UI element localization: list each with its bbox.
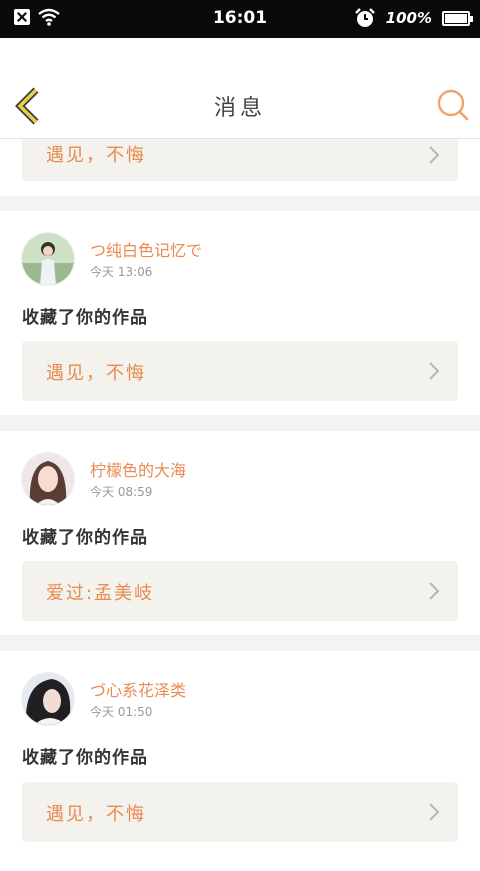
- list-item: 柠檬色的大海 今天 08:59 收藏了你的作品 爱过:孟美岐: [0, 431, 480, 635]
- avatar[interactable]: [22, 673, 74, 725]
- message-time: 今天 13:06: [90, 265, 153, 279]
- chevron-right-icon: [429, 803, 440, 821]
- list-item: つ纯白色记忆で 今天 13:06 收藏了你的作品 遇见，不悔: [0, 211, 480, 415]
- avatar[interactable]: [22, 233, 74, 285]
- battery-percent: 100%: [385, 9, 432, 27]
- user-name[interactable]: づ心系花泽类: [90, 677, 186, 701]
- work-title: 爱过:孟美岐: [46, 583, 155, 604]
- list-item: 遇见，不悔: [0, 129, 480, 196]
- work-link[interactable]: 爱过:孟美岐: [22, 561, 458, 621]
- page-title: 消息: [213, 96, 266, 121]
- user-name[interactable]: つ纯白色记忆で: [90, 237, 202, 261]
- action-text: 收藏了你的作品: [22, 528, 148, 548]
- avatar[interactable]: [22, 453, 74, 505]
- chevron-right-icon: [429, 362, 440, 380]
- action-text: 收藏了你的作品: [22, 748, 148, 768]
- work-link[interactable]: 遇见，不悔: [22, 782, 458, 842]
- alarm-icon: [354, 8, 375, 27]
- message-time: 今天 08:59: [90, 485, 153, 499]
- search-icon[interactable]: [436, 88, 470, 122]
- list-item: づ心系花泽类 今天 01:50 收藏了你的作品 遇见，不悔: [0, 651, 480, 871]
- work-title: 遇见，不悔: [46, 145, 146, 166]
- status-bar: 16:01 100%: [0, 0, 480, 38]
- action-text: 收藏了你的作品: [22, 308, 148, 328]
- user-name[interactable]: 柠檬色的大海: [90, 457, 186, 481]
- chevron-right-icon: [429, 146, 440, 164]
- work-title: 遇见，不悔: [46, 804, 146, 825]
- chevron-right-icon: [429, 582, 440, 600]
- battery-icon: [442, 10, 473, 26]
- work-link[interactable]: 遇见，不悔: [22, 341, 458, 401]
- message-time: 今天 01:50: [90, 705, 153, 719]
- work-title: 遇见，不悔: [46, 363, 146, 384]
- app-header: 消息: [0, 38, 480, 139]
